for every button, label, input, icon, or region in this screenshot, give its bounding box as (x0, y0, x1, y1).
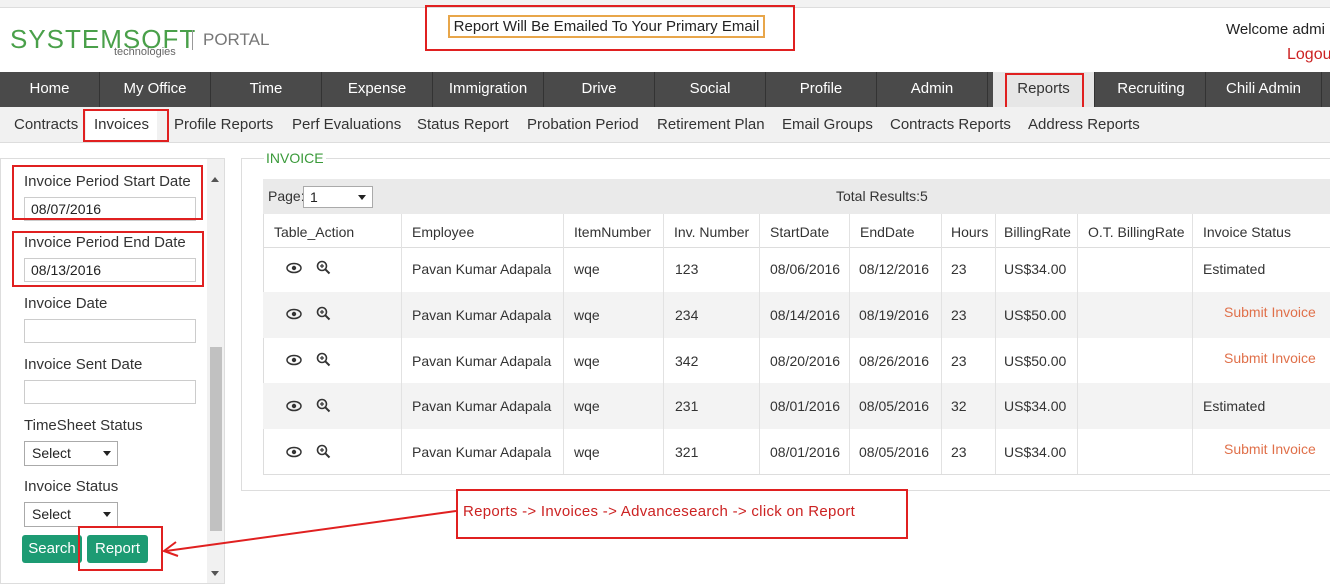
annotation-arrow (161, 510, 457, 557)
